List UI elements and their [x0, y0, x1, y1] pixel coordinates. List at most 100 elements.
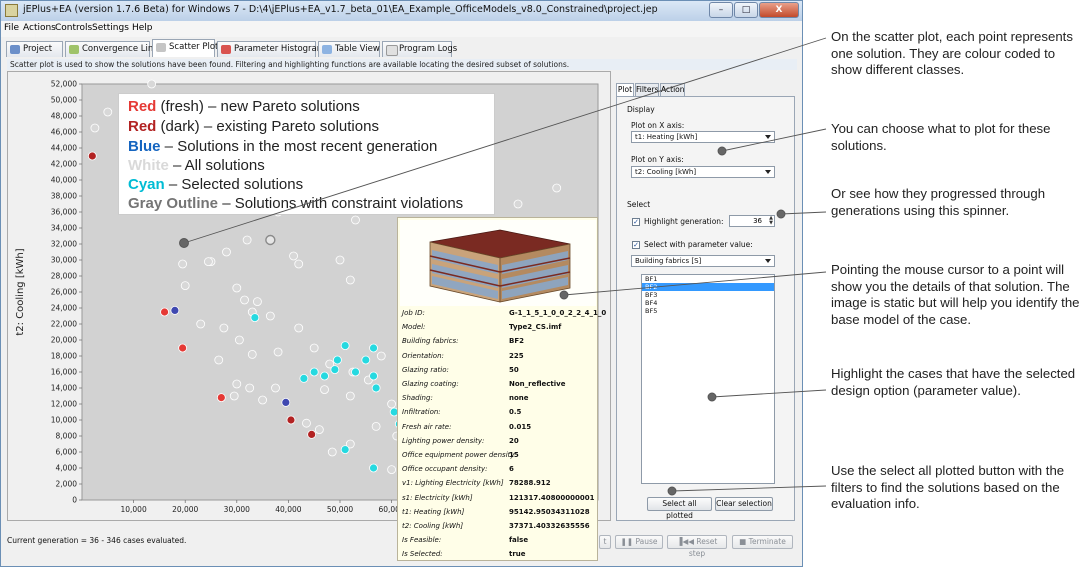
highlight-generation-checkbox[interactable]: ✓: [632, 218, 640, 226]
detail-value: 225: [509, 351, 524, 360]
select-all-plotted-button[interactable]: Select all plotted: [647, 497, 712, 520]
y-tick-label: 28,000: [51, 272, 77, 281]
list-item[interactable]: BF4: [642, 299, 774, 307]
data-point: [281, 397, 291, 407]
menu-controls[interactable]: Controls: [55, 23, 92, 33]
list-item[interactable]: BF3: [642, 291, 774, 299]
start-button[interactable]: t: [599, 535, 611, 549]
detail-key: Glazing ratio:: [402, 365, 449, 374]
param-select[interactable]: Building fabrics [S]: [631, 255, 775, 267]
data-point: [513, 199, 523, 209]
menu-bar: File Actions Controls Settings Help: [1, 21, 802, 37]
menu-actions[interactable]: Actions: [23, 23, 56, 33]
list-item-selected[interactable]: BF2: [642, 283, 774, 291]
y-tick-label: 38,000: [51, 192, 77, 201]
detail-value: 121317.40800000001: [509, 493, 595, 502]
y-tick-label: 16,000: [51, 368, 77, 377]
data-point: [294, 323, 304, 333]
detail-key: Shading:: [402, 394, 433, 403]
data-point: [327, 447, 337, 457]
y-tick-label: 8,000: [56, 432, 78, 441]
list-item[interactable]: BF5: [642, 307, 774, 315]
data-point: [250, 313, 260, 323]
y-tick-label: 6,000: [56, 448, 78, 457]
data-point: [240, 295, 249, 305]
detail-row: Infiltration: 0.5: [398, 405, 597, 419]
x-tick-label: 40,000: [275, 505, 301, 514]
terminate-button[interactable]: ■ Terminate: [732, 535, 793, 549]
legend-entry: Cyan – Selected solutions: [128, 176, 304, 193]
detail-value: 0.5: [509, 408, 522, 417]
detail-row: Lighting power density: 20: [398, 434, 597, 448]
y-axis-select[interactable]: t2: Cooling [kWh]: [631, 166, 775, 178]
tab-scatter-plot[interactable]: Scatter Plot: [152, 39, 218, 57]
data-point: [299, 373, 309, 383]
data-point: [387, 399, 397, 409]
reset-step-button[interactable]: ▐◀◀ Reset step: [667, 535, 727, 558]
detail-key: t1: Heating [kWh]: [402, 507, 465, 516]
generation-spinner[interactable]: 36 ▲ ▼: [729, 215, 775, 227]
menu-help[interactable]: Help: [132, 23, 153, 33]
tab-program-logs[interactable]: Program Logs: [382, 41, 457, 57]
tab-parameter-histogram[interactable]: Parameter Histogram: [217, 41, 325, 57]
spinner-arrows-icon[interactable]: ▲ ▼: [769, 216, 773, 226]
data-point: [242, 235, 252, 245]
tab-convergence-lines[interactable]: Convergence Lines: [65, 41, 163, 57]
data-point: [340, 341, 350, 351]
detail-row: Orientation: 225: [398, 349, 597, 363]
annotation-highlight: Highlight the cases that have the select…: [831, 366, 1076, 398]
close-button[interactable]: X: [759, 2, 799, 18]
y-tick-label: 14,000: [51, 384, 77, 393]
tab-filters[interactable]: Filters: [635, 83, 659, 96]
detail-key: Is Feasible:: [402, 536, 442, 545]
detail-value: 0.015: [509, 422, 532, 431]
y-tick-label: 4,000: [56, 464, 78, 473]
data-point: [103, 107, 113, 117]
data-point: [160, 307, 169, 317]
stop-icon: ■: [739, 537, 749, 546]
data-point: [335, 255, 345, 265]
x-axis-select[interactable]: t1: Heating [kWh]: [631, 131, 775, 143]
detail-row: s1: Electricity [kWh] 121317.40800000001: [398, 491, 597, 505]
detail-row: t2: Cooling [kWh] 37371.40332635556: [398, 519, 597, 533]
data-point: [286, 415, 296, 425]
data-point: [371, 383, 381, 393]
data-point: [180, 281, 190, 291]
pause-button[interactable]: ❚❚ Pause: [615, 535, 663, 549]
y-axis-label: Plot on Y axis:: [631, 155, 684, 164]
list-item[interactable]: BF1: [642, 275, 774, 283]
tab-plot[interactable]: Plot: [616, 83, 634, 96]
menu-file[interactable]: File: [4, 23, 19, 33]
highlight-generation-label: Highlight generation:: [644, 217, 724, 226]
tab-table-view[interactable]: Table View: [318, 41, 380, 57]
detail-row: Glazing coating: Non_reflective: [398, 377, 597, 391]
x-tick-label: 10,000: [120, 505, 146, 514]
clear-selection-button[interactable]: Clear selection: [715, 497, 773, 511]
detail-key: Building fabrics:: [402, 337, 459, 346]
data-point: [234, 335, 244, 345]
y-tick-label: 2,000: [56, 480, 78, 489]
tab-action[interactable]: Action: [660, 83, 685, 96]
minimize-button[interactable]: –: [709, 2, 733, 18]
legend-entry: Blue – Solutions in the most recent gene…: [128, 138, 438, 155]
y-axis-label: t2: Cooling [kWh]: [15, 248, 26, 335]
y-tick-label: 36,000: [51, 208, 77, 217]
x-axis-label: Plot on X axis:: [631, 121, 685, 130]
tab-project[interactable]: Project: [6, 41, 63, 57]
menu-settings[interactable]: Settings: [92, 23, 129, 33]
chevron-down-icon: [765, 259, 771, 263]
title-bar[interactable]: jEPlus+EA (version 1.7.6 Beta) for Windo…: [1, 1, 802, 21]
detail-row: t1: Heating [kWh] 95142.95034311028: [398, 505, 597, 519]
status-text: Current generation = 36 - 346 cases eval…: [7, 536, 187, 545]
detail-value: 15: [509, 451, 519, 459]
y-tick-label: 26,000: [51, 288, 77, 297]
data-point: [345, 391, 355, 401]
param-value-list[interactable]: BF1 BF2 BF3 BF4 BF5: [641, 274, 775, 484]
plot-settings-panel: Display Plot on X axis: t1: Heating [kWh…: [616, 96, 795, 521]
data-point: [214, 355, 224, 365]
x-tick-label: 30,000: [224, 505, 250, 514]
select-param-checkbox[interactable]: ✓: [632, 241, 640, 249]
detail-row: Glazing ratio: 50: [398, 363, 597, 377]
data-point: [340, 445, 350, 455]
maximize-button[interactable]: □: [734, 2, 758, 18]
